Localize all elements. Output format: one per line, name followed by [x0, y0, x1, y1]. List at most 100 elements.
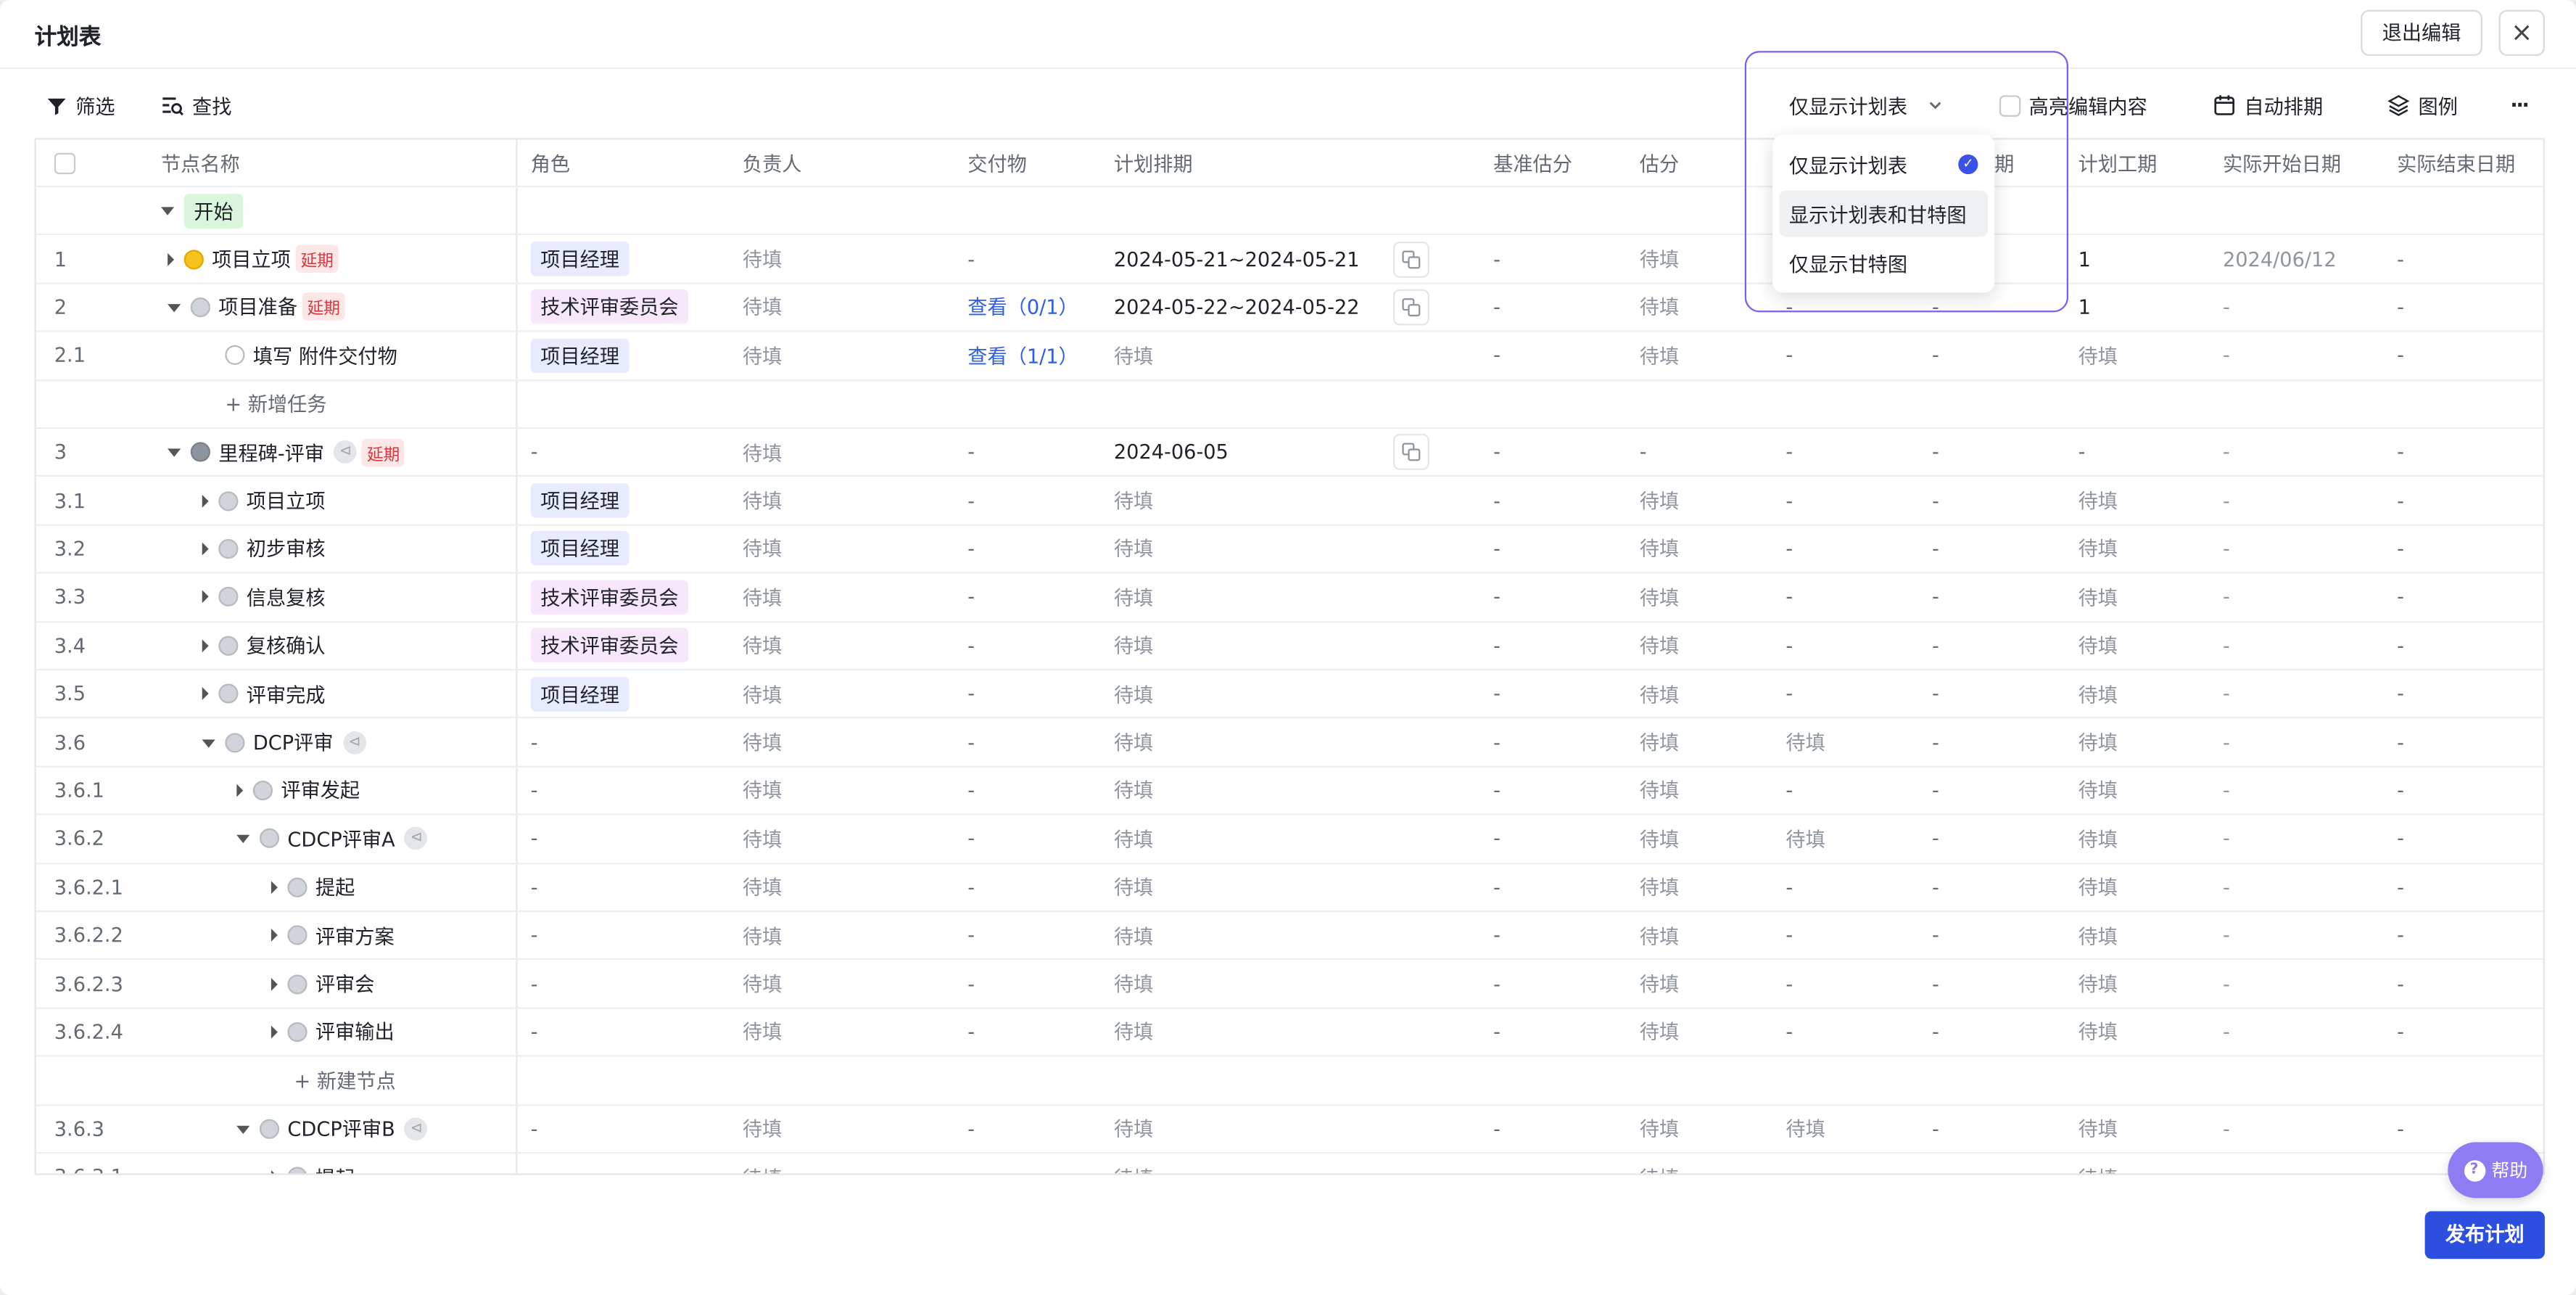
plan-cell[interactable]: 待填: [1114, 912, 1440, 958]
column-8-cell[interactable]: -: [1786, 961, 1793, 1007]
actual-start-cell[interactable]: -: [2223, 912, 2230, 958]
chevron-right-icon[interactable]: [271, 880, 278, 894]
table-row[interactable]: + 新建节点: [36, 1057, 2543, 1106]
highlight-toggle[interactable]: 高亮编辑内容: [1999, 89, 2147, 121]
publish-plan-button[interactable]: 发布计划: [2424, 1211, 2545, 1259]
estimate-cell[interactable]: 待填: [1640, 670, 1679, 717]
actual-start-cell[interactable]: -: [2223, 332, 2230, 379]
deliverable-cell[interactable]: -: [967, 670, 975, 717]
actual-end-cell[interactable]: -: [2397, 1154, 2404, 1174]
actual-end-cell[interactable]: -: [2397, 284, 2404, 330]
close-icon[interactable]: ×: [2498, 9, 2545, 57]
base-estimate-cell[interactable]: -: [1493, 1106, 1500, 1152]
column-9-cell[interactable]: -: [1932, 622, 1939, 669]
role-cell[interactable]: -: [531, 1154, 538, 1174]
plan-days-cell[interactable]: 待填: [2078, 961, 2118, 1007]
plan-cell[interactable]: 待填: [1114, 864, 1440, 910]
base-estimate-cell[interactable]: -: [1493, 864, 1500, 910]
base-estimate-cell[interactable]: -: [1493, 429, 1500, 475]
node-name[interactable]: 项目立项: [212, 245, 291, 274]
column-8-cell[interactable]: -: [1786, 1008, 1793, 1055]
view-mode-select[interactable]: 仅显示计划表: [1789, 89, 1945, 121]
table-row[interactable]: 2.1 填写 附件交付物 项目经理 待填 查看（1/1） 待填 - 待填 - - 待填 - -: [36, 332, 2543, 381]
chevron-right-icon[interactable]: [271, 929, 278, 942]
owner-cell[interactable]: 待填: [743, 525, 782, 572]
table-row[interactable]: 3.3 信息复核 技术评审委员会 待填 - 待填 - 待填 - - 待填 - -: [36, 574, 2543, 622]
column-9-cell[interactable]: -: [1932, 767, 1939, 813]
table-row[interactable]: 3.6.2.1 提起 - 待填 - 待填 - 待填 - - 待填 - -: [36, 863, 2543, 913]
plan-days-cell[interactable]: 待填: [2078, 477, 2118, 524]
plan-days-cell[interactable]: 待填: [2078, 912, 2118, 958]
role-cell[interactable]: 项目经理: [530, 236, 629, 282]
estimate-cell[interactable]: 待填: [1640, 525, 1679, 572]
chevron-right-icon[interactable]: [271, 977, 278, 991]
role-cell[interactable]: -: [531, 912, 538, 958]
actual-end-cell[interactable]: -: [2397, 1008, 2404, 1055]
chevron-right-icon[interactable]: [202, 687, 209, 701]
column-8-cell[interactable]: -: [1786, 332, 1793, 379]
role-cell[interactable]: -: [531, 815, 538, 862]
deliverable-cell[interactable]: -: [967, 912, 975, 958]
more-icon[interactable]: ···: [2510, 89, 2529, 121]
column-8-cell[interactable]: 待填: [1786, 1106, 1825, 1152]
actual-start-cell[interactable]: -: [2223, 670, 2230, 717]
chevron-right-icon[interactable]: [202, 591, 209, 604]
table-row[interactable]: 3.2 初步审核 项目经理 待填 - 待填 - 待填 - - 待填 - -: [36, 525, 2543, 575]
table-row[interactable]: 1 项目立项 延期 项目经理 待填 - 2024-05-21~2024-05-21 - 待填 1 2…: [36, 235, 2543, 284]
owner-cell[interactable]: 待填: [743, 864, 782, 910]
column-9-cell[interactable]: -: [1932, 912, 1939, 958]
column-8-cell[interactable]: -: [1786, 864, 1793, 910]
estimate-cell[interactable]: 待填: [1640, 574, 1679, 620]
table-row[interactable]: 开始: [36, 187, 2543, 236]
base-estimate-cell[interactable]: -: [1493, 525, 1500, 572]
node-name[interactable]: 提起: [315, 1163, 355, 1174]
actual-end-cell[interactable]: -: [2397, 622, 2404, 669]
copy-icon[interactable]: [1392, 241, 1429, 277]
table-row[interactable]: 3.1 项目立项 项目经理 待填 - 待填 - 待填 - - 待填 - -: [36, 477, 2543, 526]
plan-days-cell[interactable]: 待填: [2078, 525, 2118, 572]
estimate-cell[interactable]: 待填: [1640, 1008, 1679, 1055]
column-9-cell[interactable]: -: [1932, 574, 1939, 620]
owner-cell[interactable]: 待填: [743, 912, 782, 958]
column-9-cell[interactable]: -: [1932, 429, 1939, 475]
node-name[interactable]: 复核确认: [247, 632, 326, 660]
deliverable-cell[interactable]: -: [967, 719, 975, 765]
plan-cell[interactable]: 2024-05-22~2024-05-22: [1114, 284, 1440, 330]
base-estimate-cell[interactable]: -: [1493, 477, 1500, 524]
estimate-cell[interactable]: 待填: [1640, 477, 1679, 524]
table-row[interactable]: 3.6.2 CDCP评审A ⊲ - 待填 - 待填 - 待填 待填 - 待填 - -: [36, 815, 2543, 864]
plan-days-cell[interactable]: 待填: [2078, 332, 2118, 379]
find-button[interactable]: 查找: [161, 89, 231, 121]
actual-start-cell[interactable]: -: [2223, 864, 2230, 910]
column-9-cell[interactable]: -: [1932, 1008, 1939, 1055]
plan-cell[interactable]: 待填: [1114, 1106, 1440, 1152]
help-button[interactable]: ? 帮助: [2448, 1142, 2543, 1199]
node-name[interactable]: 项目立项: [247, 487, 326, 515]
plan-days-cell[interactable]: 待填: [2078, 574, 2118, 620]
owner-cell[interactable]: 待填: [743, 332, 782, 379]
column-8-cell[interactable]: -: [1786, 574, 1793, 620]
plan-days-cell[interactable]: 待填: [2078, 1008, 2118, 1055]
plan-cell[interactable]: 2024-06-05: [1114, 429, 1440, 475]
column-9-cell[interactable]: -: [1932, 1154, 1939, 1174]
role-cell[interactable]: -: [531, 767, 538, 813]
actual-end-cell[interactable]: -: [2397, 815, 2404, 862]
role-cell[interactable]: 项目经理: [530, 332, 629, 379]
plan-cell[interactable]: 待填: [1114, 477, 1440, 524]
node-name[interactable]: 评审会: [315, 970, 375, 998]
select-all-checkbox[interactable]: [54, 152, 76, 173]
node-name[interactable]: 提起: [315, 873, 355, 902]
base-estimate-cell[interactable]: -: [1493, 284, 1500, 330]
actual-end-cell[interactable]: -: [2397, 525, 2404, 572]
estimate-cell[interactable]: 待填: [1640, 236, 1679, 282]
base-estimate-cell[interactable]: -: [1493, 574, 1500, 620]
deliverable-cell[interactable]: -: [967, 477, 975, 524]
actual-end-cell[interactable]: -: [2397, 236, 2404, 282]
column-8-cell[interactable]: -: [1786, 429, 1793, 475]
table-row[interactable]: 3.6.2.4 评审输出 - 待填 - 待填 - 待填 - - 待填 - -: [36, 1008, 2543, 1058]
column-9-cell[interactable]: -: [1932, 1106, 1939, 1152]
legend-button[interactable]: 图例: [2387, 89, 2458, 121]
chevron-right-icon[interactable]: [168, 252, 175, 266]
plan-cell[interactable]: 待填: [1114, 670, 1440, 717]
chevron-down-icon[interactable]: [202, 739, 215, 747]
